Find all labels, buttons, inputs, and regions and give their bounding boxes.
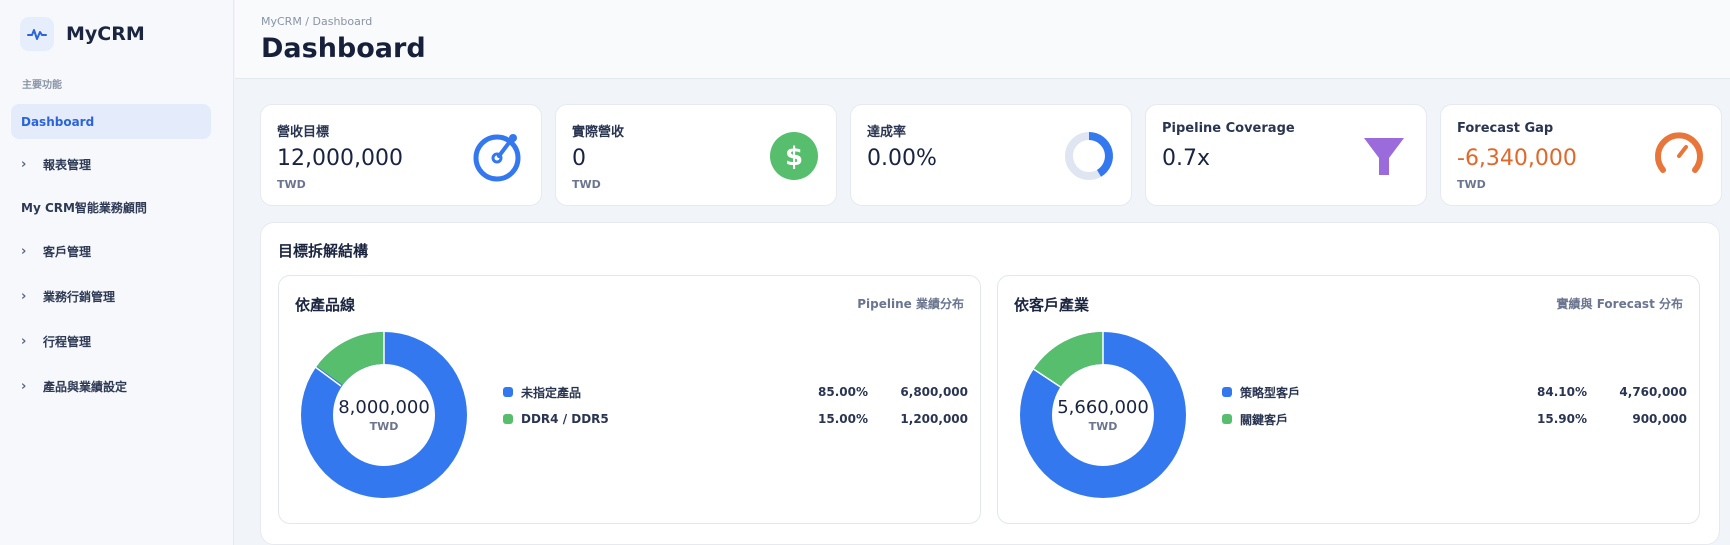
kpi-unit: TWD — [572, 178, 601, 191]
breakdown-by-customer-industry: 依客戶產業 實績與 Forecast 分布 5,660,000 TWD 策略型客… — [997, 275, 1700, 524]
legend-row[interactable]: DDR4 / DDR5 15.00% 1,200,000 — [503, 410, 968, 428]
legend-name: 策略型客戶 — [1240, 385, 1301, 400]
breadcrumb[interactable]: MyCRM / Dashboard — [261, 15, 372, 28]
kpi-value: 12,000,000 — [277, 146, 403, 171]
chevron-right-icon: › — [21, 334, 27, 349]
target-icon — [473, 130, 525, 182]
kpi-card-achievement-rate: 達成率 0.00% — [850, 104, 1132, 206]
kpi-label: 達成率 — [867, 125, 907, 140]
kpi-label: 營收目標 — [277, 125, 330, 140]
card-title: 依產品線 — [295, 296, 356, 314]
legend-name: 關鍵客戶 — [1240, 412, 1289, 427]
sidebar-item-label: My CRM智能業務顧問 — [21, 201, 147, 215]
target-breakdown-panel: 目標拆解結構 依產品線 Pipeline 業績分布 8,000,000 TWD … — [260, 222, 1720, 545]
legend-row[interactable]: 關鍵客戶 15.90% 900,000 — [1222, 410, 1687, 428]
kpi-card-forecast-gap: Forecast Gap -6,340,000 TWD — [1440, 104, 1722, 206]
brand[interactable]: MyCRM — [20, 17, 145, 51]
dollar-icon: $ — [768, 130, 820, 182]
kpi-card-pipeline-coverage: Pipeline Coverage 0.7x — [1145, 104, 1427, 206]
legend-color-swatch — [503, 387, 513, 397]
sidebar-item-label: 客戶管理 — [43, 245, 92, 259]
legend-color-swatch — [1222, 414, 1232, 424]
kpi-value: 0 — [572, 146, 586, 171]
sidebar-item-dashboard[interactable]: Dashboard — [11, 104, 211, 139]
donut-unit: TWD — [1088, 420, 1118, 433]
legend-percent: 15.00% — [818, 412, 868, 426]
kpi-label: Forecast Gap — [1457, 121, 1554, 136]
legend-amount: 1,200,000 — [900, 412, 968, 426]
panel-title: 目標拆解結構 — [278, 242, 369, 260]
chevron-right-icon: › — [21, 244, 27, 259]
donut-unit: TWD — [369, 420, 399, 433]
kpi-card-actual-revenue: 實際營收 0 TWD $ — [555, 104, 837, 206]
kpi-value: 0.00% — [867, 146, 937, 171]
kpi-value: -6,340,000 — [1457, 146, 1577, 171]
sidebar-item-customers[interactable]: › 客戶管理 — [11, 234, 211, 269]
legend-name: 未指定產品 — [521, 385, 582, 400]
kpi-card-revenue-target: 營收目標 12,000,000 TWD — [260, 104, 542, 206]
sidebar-item-schedule[interactable]: › 行程管理 — [11, 324, 211, 359]
funnel-icon — [1358, 130, 1410, 182]
legend-amount: 900,000 — [1632, 412, 1687, 426]
card-subtitle: Pipeline 業績分布 — [857, 297, 964, 311]
sidebar-item-ai-advisor[interactable]: My CRM智能業務顧問 — [11, 190, 211, 225]
app-name: MyCRM — [66, 23, 145, 45]
kpi-label: Pipeline Coverage — [1162, 121, 1295, 136]
sidebar-item-label: Dashboard — [21, 114, 95, 129]
kpi-value: 0.7x — [1162, 146, 1211, 171]
donut-center: 8,000,000 TWD — [301, 332, 467, 498]
legend-amount: 6,800,000 — [900, 385, 968, 399]
sidebar-item-products-targets[interactable]: › 產品與業績設定 — [11, 369, 211, 404]
donut-total: 5,660,000 — [1057, 397, 1149, 418]
kpi-unit: TWD — [1457, 178, 1486, 191]
progress-donut-icon — [1063, 130, 1115, 182]
sidebar-item-label: 報表管理 — [43, 158, 92, 172]
legend-color-swatch — [503, 414, 513, 424]
card-title: 依客戶產業 — [1014, 296, 1090, 314]
svg-text:$: $ — [785, 142, 803, 172]
sidebar-item-sales-marketing[interactable]: › 業務行銷管理 — [11, 279, 211, 314]
donut-total: 8,000,000 — [338, 397, 430, 418]
sidebar-section-label: 主要功能 — [22, 80, 62, 91]
legend-row[interactable]: 未指定產品 85.00% 6,800,000 — [503, 383, 968, 401]
legend-percent: 84.10% — [1537, 385, 1587, 399]
sidebar: MyCRM 主要功能 Dashboard › 報表管理 My CRM智能業務顧問… — [0, 0, 234, 545]
legend-name: DDR4 / DDR5 — [521, 412, 609, 426]
sidebar-item-label: 業務行銷管理 — [43, 290, 116, 304]
legend-percent: 15.90% — [1537, 412, 1587, 426]
kpi-label: 實際營收 — [572, 125, 625, 140]
chevron-right-icon: › — [21, 379, 27, 394]
gauge-icon — [1653, 130, 1705, 182]
chevron-right-icon: › — [21, 157, 27, 172]
page-title: Dashboard — [261, 33, 426, 64]
sidebar-item-label: 行程管理 — [43, 335, 92, 349]
chevron-right-icon: › — [21, 289, 27, 304]
page-header: MyCRM / Dashboard Dashboard — [235, 0, 1730, 79]
legend-percent: 85.00% — [818, 385, 868, 399]
breakdown-by-product-line: 依產品線 Pipeline 業績分布 8,000,000 TWD 未指定產品 8… — [278, 275, 981, 524]
legend-row[interactable]: 策略型客戶 84.10% 4,760,000 — [1222, 383, 1687, 401]
sidebar-item-reports[interactable]: › 報表管理 — [11, 147, 211, 182]
pulse-logo-icon — [20, 17, 54, 51]
sidebar-item-label: 產品與業績設定 — [43, 380, 128, 394]
kpi-unit: TWD — [277, 178, 306, 191]
card-subtitle: 實績與 Forecast 分布 — [1556, 297, 1683, 311]
donut-center: 5,660,000 TWD — [1020, 332, 1186, 498]
legend-color-swatch — [1222, 387, 1232, 397]
legend-amount: 4,760,000 — [1619, 385, 1687, 399]
